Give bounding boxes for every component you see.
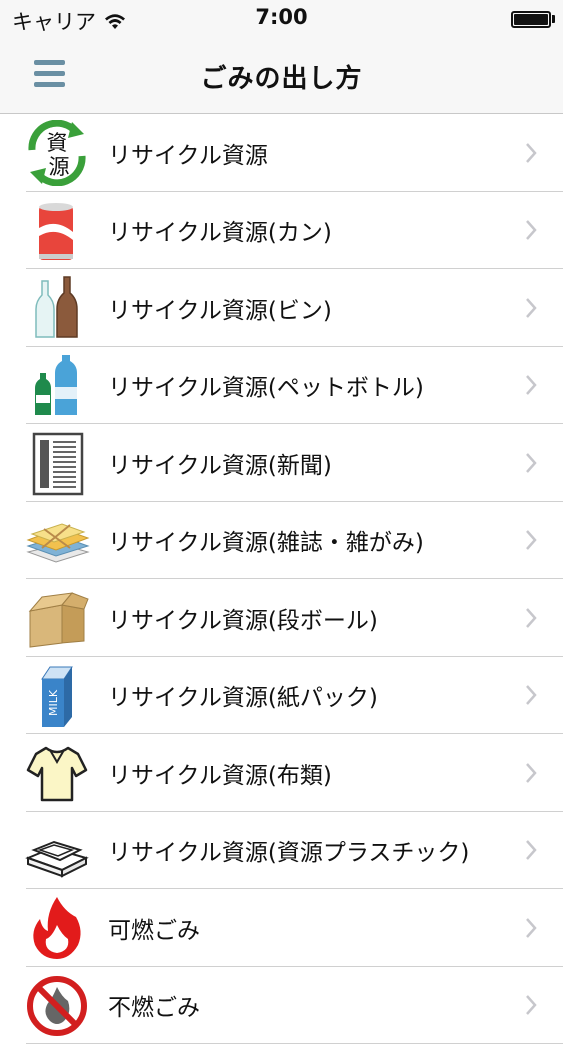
list-item-label: リサイクル資源(資源プラスチック) [108,833,469,867]
list-item[interactable]: 資 源 リサイクル資源 [0,114,563,192]
list-item-label: リサイクル資源(カン) [108,213,332,247]
list-item-label: リサイクル資源(ビン) [108,291,332,325]
list-item-label: 不燃ごみ [108,988,200,1022]
svg-text:資: 資 [47,131,68,155]
list-item[interactable]: リサイクル資源(布類) [0,734,563,812]
svg-text:源: 源 [49,155,70,179]
chevron-right-icon [525,452,537,474]
svg-text:MILK: MILK [47,689,60,716]
chevron-right-icon [525,839,537,861]
bottle-icon [24,275,90,341]
menu-button[interactable] [34,60,66,88]
list-item-label: 可燃ごみ [108,911,200,945]
chevron-right-icon [525,529,537,551]
chevron-right-icon [525,684,537,706]
list-item[interactable]: MILK リサイクル資源(紙パック) [0,657,563,735]
page-title: ごみの出し方 [0,38,563,114]
list-item-label: リサイクル資源(ペットボトル) [108,368,424,402]
list-item[interactable]: リサイクル資源(新聞) [0,424,563,502]
list-item-label: リサイクル資源(紙パック) [108,678,378,712]
status-bar: キャリア 7:00 [0,0,563,38]
list-item-label: リサイクル資源(布類) [108,756,332,790]
menu-bar-line [34,71,65,76]
chevron-right-icon [525,374,537,396]
can-icon [24,198,90,264]
list-item[interactable]: リサイクル資源(ビン) [0,269,563,347]
menu-bar-line [34,60,65,65]
chevron-right-icon [525,219,537,241]
list-item-label: リサイクル資源 [108,136,268,170]
cardboard-box-icon [24,585,90,651]
chevron-right-icon [525,762,537,784]
list-item[interactable]: 不燃ごみ [0,967,563,1044]
chevron-right-icon [525,297,537,319]
list-item[interactable]: リサイクル資源(カン) [0,192,563,270]
clothing-icon [24,740,90,806]
newspaper-icon [24,430,90,496]
list-item[interactable]: 可燃ごみ [0,889,563,967]
milk-carton-icon: MILK [24,663,90,729]
plastic-tray-icon [24,818,90,884]
chevron-right-icon [525,142,537,164]
list-item-label: リサイクル資源(段ボール) [108,601,378,635]
no-burn-icon [24,973,90,1039]
pet-bottle-icon [24,353,90,419]
recycle-resource-icon: 資 源 [24,120,90,186]
list-item[interactable]: リサイクル資源(ペットボトル) [0,347,563,425]
list-item[interactable]: リサイクル資源(雑誌・雑がみ) [0,502,563,580]
category-list: 資 源 リサイクル資源 リサイクル資源(カン) リサイクル資源(ビン) リ [0,114,563,1044]
navigation-bar: ごみの出し方 [0,38,563,114]
magazine-icon [24,508,90,574]
list-item[interactable]: リサイクル資源(段ボール) [0,579,563,657]
list-item-label: リサイクル資源(雑誌・雑がみ) [108,523,424,557]
battery-tip [552,15,555,23]
chevron-right-icon [525,994,537,1016]
list-item[interactable]: リサイクル資源(資源プラスチック) [0,812,563,890]
flame-icon [24,895,90,961]
chevron-right-icon [525,607,537,629]
battery-icon [511,11,551,28]
status-time: 7:00 [0,5,563,29]
list-item-label: リサイクル資源(新聞) [108,446,332,480]
menu-bar-line [34,82,65,87]
chevron-right-icon [525,917,537,939]
